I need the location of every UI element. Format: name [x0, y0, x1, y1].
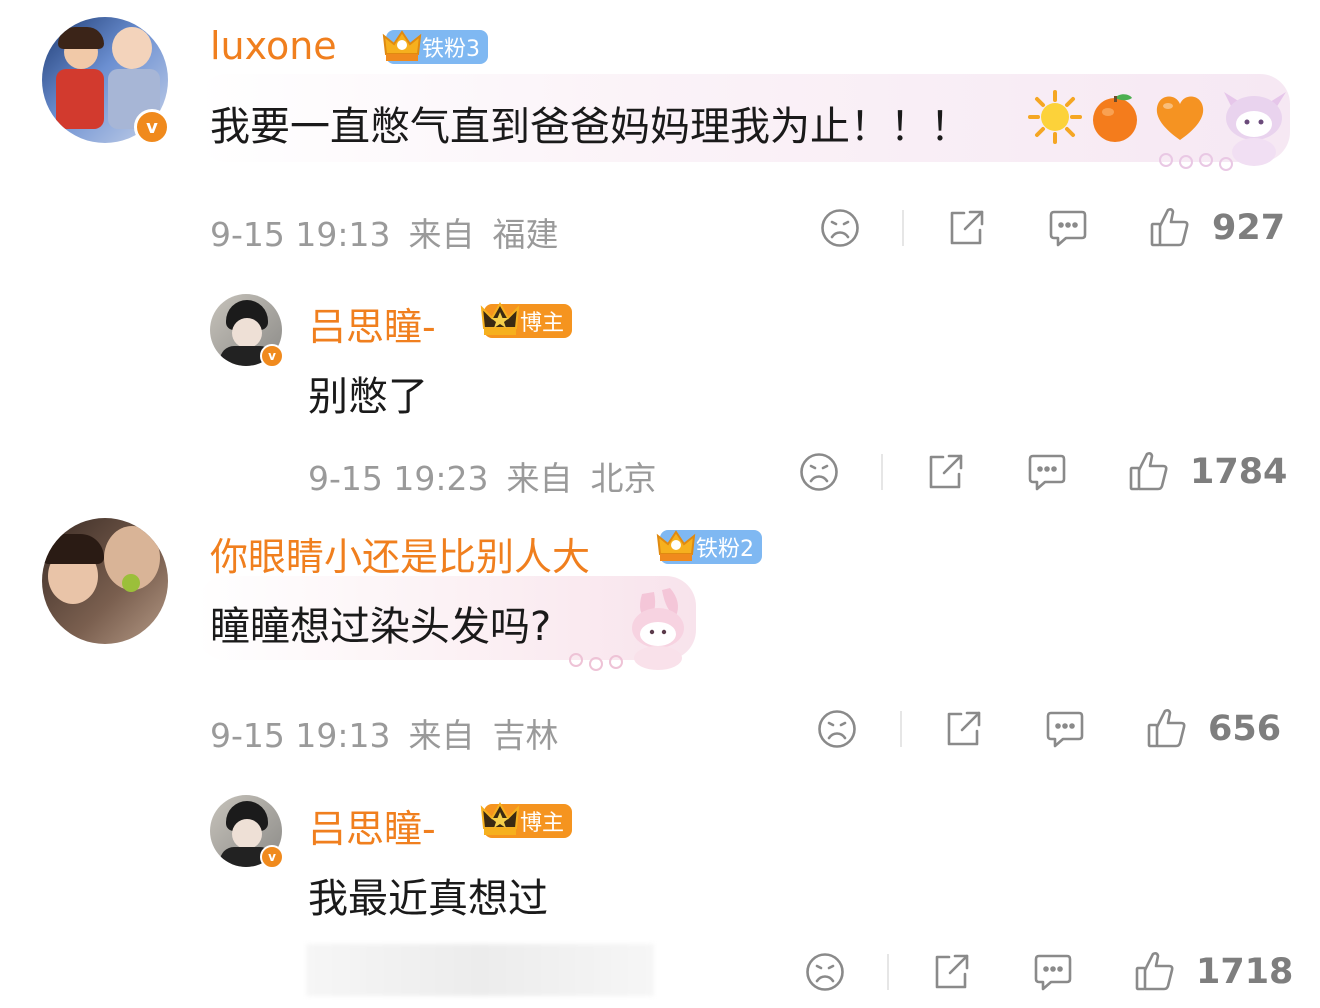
crown-icon [656, 530, 696, 561]
avatar-host[interactable]: v [210, 795, 284, 869]
crown-icon [382, 30, 422, 61]
thumbs-up-icon[interactable] [1135, 950, 1175, 992]
sad-face-icon[interactable] [817, 709, 857, 749]
comment-meta: 9-15 19:13 来自 吉林 [210, 709, 559, 757]
reply-username[interactable]: 吕思瞳- [308, 798, 436, 853]
tangerine-emoji [1090, 90, 1140, 144]
thumbs-up-icon[interactable] [1129, 450, 1169, 492]
like-count: 656 [1208, 709, 1282, 749]
like-count: 1784 [1190, 452, 1288, 492]
redacted-meta [306, 944, 654, 996]
avatar-host[interactable]: v [210, 294, 284, 368]
comment-from: 来自 [408, 716, 475, 755]
comment-username[interactable]: luxone [210, 24, 337, 68]
share-icon[interactable] [931, 952, 971, 992]
melody-sticker [566, 586, 702, 678]
comment-icon[interactable] [1045, 709, 1085, 749]
crown-icon [480, 801, 520, 835]
sad-face-icon[interactable] [799, 452, 839, 492]
avatar-luxone[interactable]: v [42, 17, 170, 145]
share-icon[interactable] [925, 452, 965, 492]
reply-from: 来自 [506, 459, 573, 498]
comment-date: 9-15 19:13 [210, 716, 391, 755]
action-divider [900, 711, 902, 747]
sad-face-icon[interactable] [805, 952, 845, 992]
reply-username[interactable]: 吕思瞳- [308, 296, 436, 351]
host-badge[interactable]: 博主 [480, 301, 573, 338]
action-divider [902, 210, 904, 246]
like-count: 1718 [1196, 952, 1294, 992]
comment-location: 福建 [492, 215, 559, 254]
kuromi-sticker [1146, 88, 1294, 176]
sad-face-icon[interactable] [820, 208, 860, 248]
comment-icon[interactable] [1027, 452, 1067, 492]
thumbs-up-icon[interactable] [1147, 707, 1187, 749]
fan-badge-label: 铁粉2 [696, 537, 754, 562]
verified-badge: v [260, 344, 284, 368]
share-icon[interactable] [943, 709, 983, 749]
verified-badge: v [134, 109, 170, 145]
comment-text: 瞳瞳想过染头发吗? [210, 604, 552, 650]
fan-badge[interactable]: 铁粉3 [382, 30, 488, 64]
comment-date: 9-15 19:13 [210, 215, 391, 254]
comment-text: 我要一直憋气直到爸爸妈妈理我为止！！！ [210, 104, 970, 150]
comment-location: 吉林 [492, 716, 559, 755]
reply-text: 别憋了 [308, 374, 428, 420]
host-badge[interactable]: 博主 [480, 801, 573, 838]
comment-from: 来自 [408, 215, 475, 254]
sun-emoji [1028, 90, 1082, 144]
thumbs-up-icon[interactable] [1150, 206, 1190, 248]
avatar-commenter[interactable] [42, 518, 168, 644]
fan-badge-label: 铁粉3 [422, 37, 480, 62]
action-divider [881, 454, 883, 490]
host-badge-label: 博主 [520, 311, 565, 336]
crown-icon [480, 301, 520, 335]
comment-meta: 9-15 19:13 来自 福建 [210, 208, 559, 256]
fan-badge[interactable]: 铁粉2 [656, 530, 762, 564]
action-divider [887, 954, 889, 990]
reply-location: 北京 [590, 459, 657, 498]
share-icon[interactable] [946, 208, 986, 248]
comment-username[interactable]: 你眼睛小还是比别人大 [210, 526, 590, 581]
reply-date: 9-15 19:23 [308, 459, 489, 498]
like-count: 927 [1212, 208, 1286, 248]
comment-icon[interactable] [1033, 952, 1073, 992]
verified-badge: v [260, 845, 284, 869]
reply-text: 我最近真想过 [308, 876, 548, 922]
comment-icon[interactable] [1048, 208, 1088, 248]
reply-meta: 9-15 19:23 来自 北京 [308, 452, 657, 500]
host-badge-label: 博主 [520, 811, 565, 836]
